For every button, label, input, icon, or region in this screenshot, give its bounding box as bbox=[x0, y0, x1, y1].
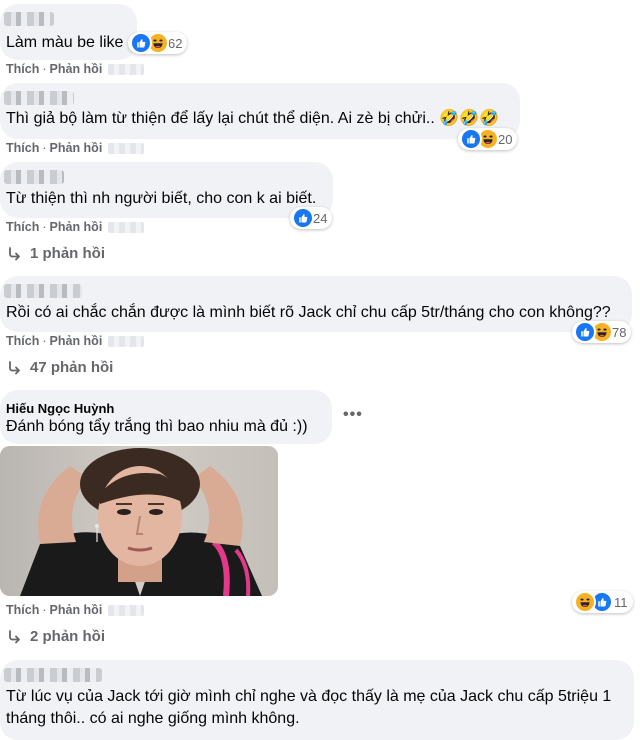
reaction-summary[interactable]: 11 bbox=[572, 591, 633, 613]
view-replies-link[interactable]: 1 phản hồi bbox=[8, 245, 105, 262]
reply-arrow-icon bbox=[9, 360, 20, 374]
comment-text: Từ thiện thì nh người biết, cho con k ai… bbox=[6, 190, 317, 207]
reaction-summary[interactable]: 62 bbox=[128, 32, 188, 54]
reaction-count: 78 bbox=[612, 324, 627, 340]
comment-bubble-4: Rồi có ai chắc chắn được là mình biết rõ… bbox=[0, 276, 632, 332]
timestamp-blurred[interactable] bbox=[108, 336, 145, 348]
comment-bubble-6: Từ lúc vụ của Jack tới giờ mình chỉ nghe… bbox=[0, 660, 634, 740]
comment-bubble-3: Từ thiện thì nh người biết, cho con k ai… bbox=[0, 162, 333, 218]
reaction-count: 20 bbox=[498, 131, 513, 147]
like-button[interactable]: Thích bbox=[6, 141, 39, 155]
reply-button[interactable]: Phản hồi bbox=[50, 220, 103, 234]
reply-button[interactable]: Phản hồi bbox=[50, 334, 103, 348]
like-icon bbox=[292, 207, 314, 229]
comment-text: Đánh bóng tẩy trắng thì bao nhiu mà đủ :… bbox=[6, 418, 308, 435]
reaction-summary[interactable]: 78 bbox=[572, 321, 632, 343]
comment-text: Rồi có ai chắc chắn được là mình biết rõ… bbox=[6, 304, 611, 321]
comment-text: Làm màu be like bbox=[6, 34, 124, 51]
comment-actions: Thích · Phản hồi bbox=[6, 220, 145, 234]
person-photo-image bbox=[0, 446, 278, 596]
reply-arrow-icon bbox=[9, 246, 20, 260]
like-button[interactable]: Thích bbox=[6, 62, 39, 76]
comment-actions: Thích · Phản hồi bbox=[6, 141, 145, 155]
author-name-blurred bbox=[4, 12, 54, 26]
comment-text: Từ lúc vụ của Jack tới giờ mình chỉ nghe… bbox=[6, 688, 612, 727]
reply-arrow-icon bbox=[9, 629, 20, 643]
comment-bubble-1: Làm màu be like bbox=[0, 4, 137, 60]
more-options-icon[interactable]: ••• bbox=[343, 406, 363, 424]
comment-photo[interactable] bbox=[0, 446, 278, 596]
view-replies-link[interactable]: 2 phản hồi bbox=[8, 628, 105, 645]
like-button[interactable]: Thích bbox=[6, 220, 39, 234]
author-name-blurred bbox=[4, 284, 82, 298]
timestamp-blurred[interactable] bbox=[108, 605, 145, 617]
author-name-blurred bbox=[4, 91, 74, 105]
comment-actions: Thích · Phản hồi bbox=[6, 334, 145, 348]
reply-button[interactable]: Phản hồi bbox=[50, 603, 103, 617]
comment-bubble-5: Hiếu Ngọc Huỳnh Đánh bóng tẩy trắng thì … bbox=[0, 390, 332, 444]
reply-button[interactable]: Phản hồi bbox=[50, 62, 103, 76]
comment-text: Thì giả bộ làm từ thiện để lấy lại chút … bbox=[6, 110, 499, 127]
reaction-count: 62 bbox=[168, 35, 183, 51]
reaction-summary[interactable]: 24 bbox=[290, 207, 333, 229]
like-button[interactable]: Thích bbox=[6, 603, 39, 617]
like-icon bbox=[460, 128, 482, 150]
author-name-blurred bbox=[4, 170, 64, 184]
view-replies-link[interactable]: 47 phản hồi bbox=[8, 359, 113, 376]
timestamp-blurred[interactable] bbox=[108, 222, 145, 234]
reaction-count: 11 bbox=[614, 594, 628, 610]
like-button[interactable]: Thích bbox=[6, 334, 39, 348]
reply-button[interactable]: Phản hồi bbox=[50, 141, 103, 155]
haha-icon bbox=[574, 591, 596, 613]
author-name[interactable]: Hiếu Ngọc Huỳnh bbox=[6, 401, 114, 416]
like-icon bbox=[574, 321, 596, 343]
comment-actions: Thích · Phản hồi bbox=[6, 603, 145, 617]
reaction-count: 24 bbox=[313, 210, 328, 226]
comment-bubble-2: Thì giả bộ làm từ thiện để lấy lại chút … bbox=[0, 83, 520, 139]
like-icon bbox=[130, 32, 152, 54]
comment-actions: Thích · Phản hồi bbox=[6, 62, 145, 76]
timestamp-blurred[interactable] bbox=[108, 64, 145, 76]
timestamp-blurred[interactable] bbox=[108, 143, 145, 155]
author-name-blurred bbox=[4, 668, 102, 682]
reaction-summary[interactable]: 20 bbox=[458, 128, 518, 150]
